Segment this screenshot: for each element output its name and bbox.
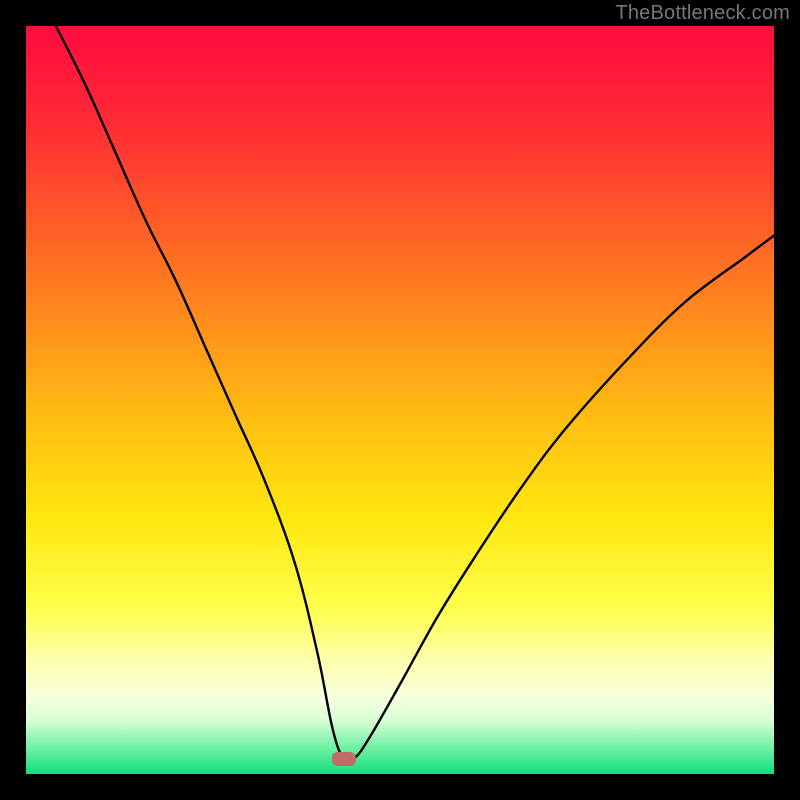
watermark-text: TheBottleneck.com [615, 2, 790, 25]
bottleneck-chart [26, 26, 774, 774]
plot-area [26, 26, 774, 774]
optimum-marker [332, 752, 356, 766]
chart-frame: TheBottleneck.com [0, 0, 800, 800]
gradient-background [26, 26, 774, 774]
